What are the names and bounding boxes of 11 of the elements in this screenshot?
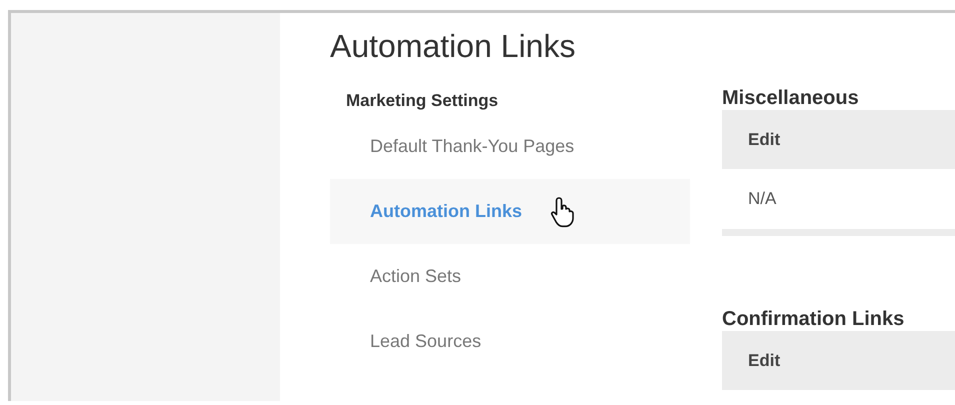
page-title: Automation Links [330,28,576,65]
table-header[interactable]: Edit [722,331,955,390]
nav-item[interactable]: Default Thank-You Pages [330,114,690,179]
table-header[interactable]: Edit [722,110,955,169]
nav-item[interactable]: Action Sets [330,244,690,309]
nav-item[interactable]: Lead Sources [330,309,690,374]
nav-heading: Marketing Settings [345,90,500,112]
nav-item[interactable]: Automation Links [330,179,690,244]
section-title: Confirmation Links [722,307,906,331]
table-cell: N/A [722,169,955,236]
section-title: Miscellaneous [722,86,860,110]
